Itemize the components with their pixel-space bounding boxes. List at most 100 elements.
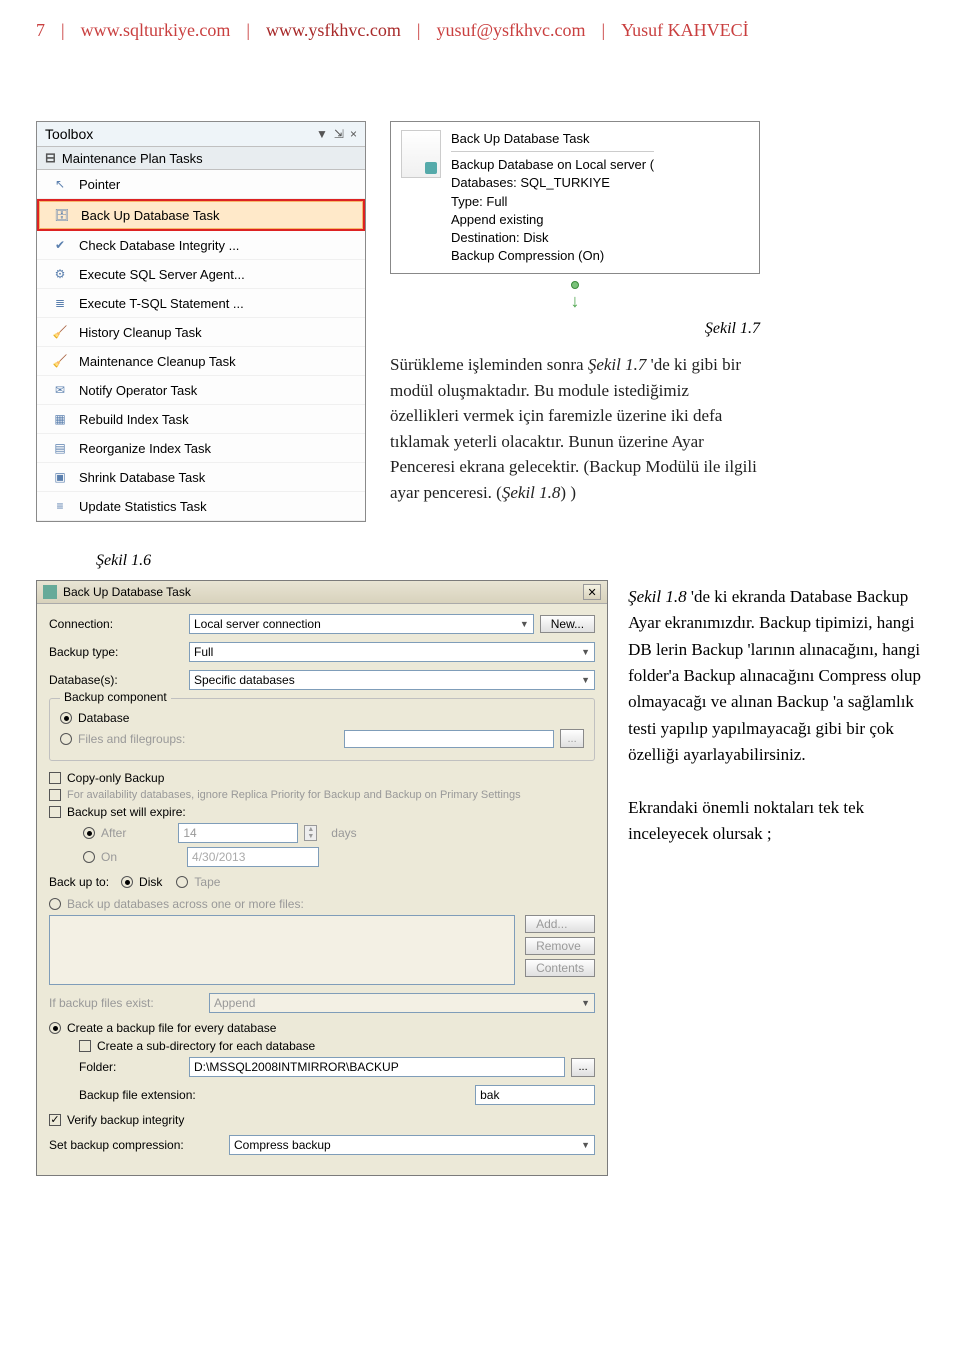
link-ysfkhvc[interactable]: www.ysfkhvc.com (266, 20, 401, 41)
toolbox-item[interactable]: ▦Rebuild Index Task (37, 405, 365, 434)
separator: | (61, 20, 65, 41)
label-disk: Disk (139, 875, 162, 889)
contents-button: Contents (525, 959, 595, 977)
close-icon[interactable]: × (350, 127, 357, 141)
tool-icon: ⚙ (51, 265, 69, 283)
link-sqlturkiye[interactable]: www.sqlturkiye.com (81, 20, 231, 41)
radio-filegroups (60, 733, 72, 745)
compress-combo[interactable]: Compress backup ▼ (229, 1135, 595, 1155)
radio-across (49, 898, 61, 910)
folder-input[interactable]: D:\MSSQL2008INTMIRROR\BACKUP (189, 1057, 565, 1077)
backup-task-dialog: Back Up Database Task ✕ Connection: Loca… (36, 580, 608, 1176)
tool-icon: 🗄 (53, 206, 71, 224)
after-days-input: 14 (178, 823, 298, 843)
node-connector[interactable]: ↓ (390, 276, 760, 312)
browse-folder-button[interactable]: ... (571, 1058, 595, 1077)
check-expire[interactable] (49, 806, 61, 818)
tool-icon: ≣ (51, 294, 69, 312)
chevron-down-icon: ▼ (520, 619, 529, 629)
toolbox-item[interactable]: 🧹History Cleanup Task (37, 318, 365, 347)
node-detail-line: Type: Full (451, 193, 654, 211)
if-exist-value: Append (214, 996, 255, 1010)
tool-icon: ✔ (51, 236, 69, 254)
toolbox-item[interactable]: ≣ Execute T-SQL Statement ... (37, 289, 365, 318)
label-databases: Database(s): (49, 673, 189, 687)
radio-create-file[interactable] (49, 1022, 61, 1034)
caption-s17: Şekil 1.7 (390, 320, 760, 338)
author-name: Yusuf KAHVECİ (621, 20, 749, 41)
toolbox-item-label: Execute SQL Server Agent... (79, 267, 245, 282)
page-number: 7 (36, 20, 45, 41)
toolbox-item[interactable]: ↖ Pointer (37, 170, 365, 199)
toolbox-item[interactable]: ≡Update Statistics Task (37, 492, 365, 521)
check-copy-only[interactable] (49, 772, 61, 784)
toolbox-item-label: Shrink Database Task (79, 470, 205, 485)
toolbox-item-label: History Cleanup Task (79, 325, 202, 340)
new-connection-button[interactable]: New... (540, 615, 595, 633)
paragraph-2: Şekil 1.8 'de ki ekranda Database Backup… (628, 580, 924, 1176)
radio-tape (176, 876, 188, 888)
node-detail-line: Backup Database on Local server ( (451, 156, 654, 174)
chevron-down-icon: ▼ (581, 675, 590, 685)
browse-filegroups-button[interactable]: ... (560, 729, 584, 748)
check-availability (49, 789, 61, 801)
label-compress: Set backup compression: (49, 1138, 229, 1152)
label-backup-type: Backup type: (49, 645, 189, 659)
check-verify[interactable] (49, 1114, 61, 1126)
pin-icon[interactable]: ⇲ (334, 127, 344, 141)
check-subdir[interactable] (79, 1040, 91, 1052)
databases-combo[interactable]: Specific databases ▼ (189, 670, 595, 690)
toolbox-item[interactable]: 🧹Maintenance Cleanup Task (37, 347, 365, 376)
label-on: On (101, 850, 117, 864)
tool-icon: ▣ (51, 468, 69, 486)
toolbox-section[interactable]: ⊟ Maintenance Plan Tasks (37, 147, 365, 170)
toolbox-item[interactable]: ▤Reorganize Index Task (37, 434, 365, 463)
collapse-icon[interactable]: ⊟ (45, 150, 56, 166)
remove-button: Remove (525, 937, 595, 955)
node-detail-line: Destination: Disk (451, 229, 654, 247)
spin-icon: ▲▼ (304, 825, 317, 841)
toolbox-item[interactable]: 🗄 Back Up Database Task (37, 199, 365, 231)
toolbox-item[interactable]: ▣ Shrink Database Task (37, 463, 365, 492)
label-radio-database: Database (78, 711, 129, 725)
dialog-titlebar: Back Up Database Task ✕ (37, 581, 607, 604)
label-verify: Verify backup integrity (67, 1113, 184, 1127)
connection-value: Local server connection (194, 617, 321, 631)
toolbox-item-label: Maintenance Cleanup Task (79, 354, 236, 369)
compress-value: Compress backup (234, 1138, 331, 1152)
toolbox-item-label: Execute T-SQL Statement ... (79, 296, 244, 311)
chevron-down-icon: ▼ (581, 647, 590, 657)
label-radio-filegroups: Files and filegroups: (78, 732, 185, 746)
if-exist-combo: Append ▼ (209, 993, 595, 1013)
node-detail-line: Append existing (451, 211, 654, 229)
databases-value: Specific databases (194, 673, 295, 687)
label-subdir: Create a sub-directory for each database (97, 1039, 315, 1053)
close-button[interactable]: ✕ (583, 584, 601, 600)
toolbox-item-label: Pointer (79, 177, 120, 192)
database-task-icon (401, 130, 441, 178)
label-folder: Folder: (79, 1060, 189, 1074)
separator: | (246, 20, 250, 41)
email: yusuf@ysfkhvc.com (436, 20, 585, 41)
backup-type-combo[interactable]: Full ▼ (189, 642, 595, 662)
label-days: days (331, 826, 356, 840)
dropdown-icon[interactable]: ▼ (316, 127, 328, 141)
tool-icon: ≡ (51, 497, 69, 515)
toolbox-item-label: Back Up Database Task (81, 208, 220, 223)
toolbox-item[interactable]: ⚙ Execute SQL Server Agent... (37, 260, 365, 289)
radio-disk[interactable] (121, 876, 133, 888)
toolbox-item[interactable]: ✔ Check Database Integrity ... (37, 231, 365, 260)
task-node[interactable]: Back Up Database Task Backup Database on… (390, 121, 760, 274)
ext-input[interactable]: bak (475, 1085, 595, 1105)
tool-icon: ▦ (51, 410, 69, 428)
page-header: 7 | www.sqlturkiye.com | www.ysfkhvc.com… (36, 20, 924, 41)
label-backup-to: Back up to: (49, 875, 109, 889)
radio-database[interactable] (60, 712, 72, 724)
connection-combo[interactable]: Local server connection ▼ (189, 614, 534, 634)
tool-icon: ↖ (51, 175, 69, 193)
toolbox-item-label: Check Database Integrity ... (79, 238, 239, 253)
node-detail-line: Backup Compression (On) (451, 247, 654, 265)
label-across: Back up databases across one or more fil… (67, 897, 304, 911)
toolbox-item[interactable]: ✉Notify Operator Task (37, 376, 365, 405)
paragraph-1: Sürükleme işleminden sonra Şekil 1.7 'de… (390, 352, 760, 505)
